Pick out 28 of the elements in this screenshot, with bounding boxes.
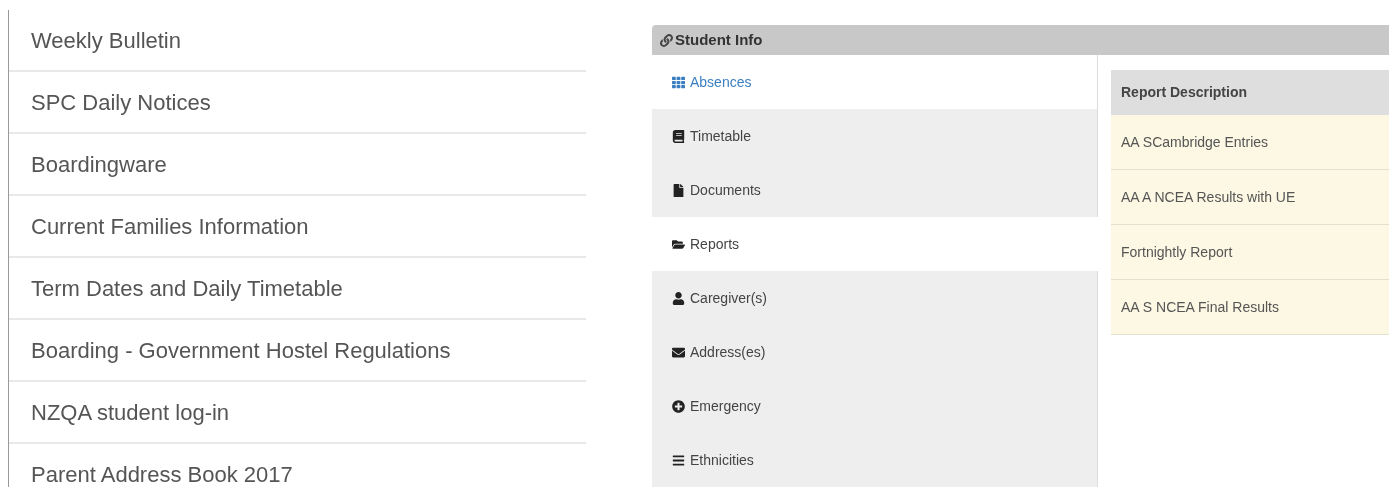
table-cell: AA SCambridge Entries [1111, 115, 1389, 170]
link-icon [660, 33, 673, 47]
person-icon [672, 291, 685, 305]
table-cell: Fortnightly Report [1111, 225, 1389, 280]
folder-icon [672, 237, 685, 251]
envelope-icon [672, 345, 685, 359]
link-item[interactable]: Current Families Information [9, 196, 586, 258]
link-item[interactable]: Boarding - Government Hostel Regulations [9, 320, 586, 382]
list-icon [672, 453, 685, 467]
tab[interactable]: Emergency [652, 379, 1098, 433]
grid-icon [672, 75, 685, 89]
tab[interactable]: Timetable [652, 109, 1098, 163]
link-item[interactable]: NZQA student log-in [9, 382, 586, 444]
tab[interactable]: Ethnicities [652, 433, 1098, 487]
tab[interactable]: Documents [652, 163, 1098, 217]
link-item[interactable]: Parent Address Book 2017 [9, 444, 586, 487]
book-icon [672, 129, 685, 143]
link-item[interactable]: SPC Daily Notices [9, 72, 586, 134]
column-header: Report Description [1111, 70, 1389, 115]
table-cell: AA S NCEA Final Results [1111, 280, 1389, 335]
tab[interactable]: Caregiver(s) [652, 271, 1098, 325]
link-item[interactable]: Boardingware [9, 134, 586, 196]
link-item[interactable]: Term Dates and Daily Timetable [9, 258, 586, 320]
panel-title: Student Info [675, 29, 763, 50]
file-icon [672, 183, 685, 197]
tab[interactable]: Address(es) [652, 325, 1098, 379]
table-cell: AA A NCEA Results with UE [1111, 170, 1389, 225]
link-item[interactable]: Weekly Bulletin [9, 10, 586, 72]
